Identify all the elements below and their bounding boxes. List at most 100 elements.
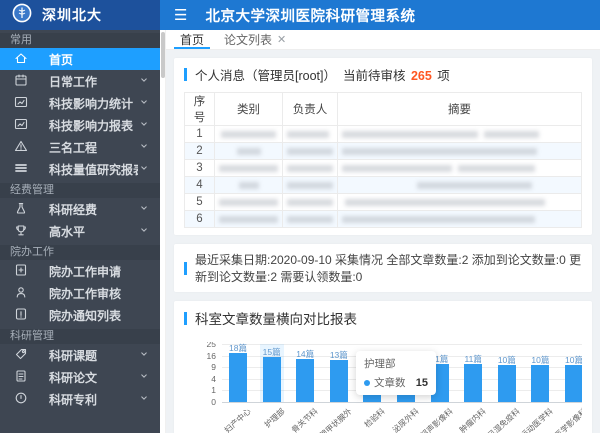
flask-icon [13, 200, 29, 219]
cell-category [215, 177, 283, 194]
table-column-header: 摘要 [338, 93, 582, 126]
chevron-down-icon [138, 202, 150, 217]
table-row[interactable]: 6 [185, 211, 582, 228]
sidebar-item[interactable]: 科技影响力报表 [0, 114, 160, 136]
chevron-down-icon [138, 74, 150, 89]
notice-icon [13, 306, 29, 325]
message-text: 个人消息（管理员[root]） 当前待审核 265 项 [195, 65, 450, 84]
bar-风湿免疫科[interactable] [498, 365, 516, 402]
cell-owner [283, 143, 338, 160]
hospital-logo-icon [12, 3, 32, 28]
warning-icon [13, 138, 29, 157]
accent-bar [184, 68, 187, 81]
sidebar-item-label: 科研论文 [49, 369, 138, 386]
cell-abstract [338, 194, 582, 211]
tab-label: 论文列表 [224, 31, 272, 48]
cell-owner [283, 177, 338, 194]
sidebar: 深圳北大 常用首页日常工作科技影响力统计科技影响力报表三名工程科技量值研究报表经… [0, 0, 160, 433]
pending-count: 265 [409, 69, 434, 83]
scrollbar-thumb[interactable] [161, 32, 165, 78]
person-icon [13, 284, 29, 303]
y-axis-tick: 4 [186, 374, 216, 384]
cell-abstract [338, 143, 582, 160]
sidebar-item[interactable]: 首页 [0, 48, 160, 70]
chevron-down-icon [138, 162, 150, 177]
x-axis-label: 妇产中心 [184, 406, 253, 433]
bar-护理部[interactable] [263, 357, 281, 402]
chevron-down-icon [138, 392, 150, 407]
table-row[interactable]: 4 [185, 177, 582, 194]
bar-运动医学科[interactable] [531, 365, 549, 402]
list-icon [13, 160, 29, 179]
sidebar-item[interactable]: 科研专利 [0, 388, 160, 410]
bar-value-label: 10篇 [554, 354, 582, 366]
sidebar-item[interactable]: 日常工作 [0, 70, 160, 92]
cell-category [215, 143, 283, 160]
bar-乳腺甲状腺外[interactable] [330, 360, 348, 402]
sidebar-item[interactable]: 院办工作申请 [0, 260, 160, 282]
y-axis-tick: 25 [186, 342, 216, 349]
cell-seq: 4 [185, 177, 215, 194]
hamburger-icon[interactable]: ☰ [174, 8, 187, 23]
department-chart-card: 科室文章数量横向对比报表 2516941018篇妇产中心15篇护理部14篇骨关节… [174, 301, 592, 433]
personal-message-card: 个人消息（管理员[root]） 当前待审核 265 项 序号类别负责人摘要 12… [174, 58, 592, 235]
cell-seq: 6 [185, 211, 215, 228]
app-window: 深圳北大 常用首页日常工作科技影响力统计科技影响力报表三名工程科技量值研究报表经… [0, 0, 600, 433]
y-axis-tick: 9 [186, 362, 216, 372]
sidebar-item-label: 院办工作申请 [49, 263, 150, 280]
calendar-icon [13, 72, 29, 91]
bar-医学影像科[interactable] [565, 365, 582, 402]
chevron-down-icon [138, 224, 150, 239]
home-icon [13, 50, 29, 69]
content-area: 个人消息（管理员[root]） 当前待审核 265 项 序号类别负责人摘要 12… [166, 50, 600, 433]
cell-seq: 1 [185, 126, 215, 143]
bar-肿瘤内科[interactable] [464, 364, 482, 402]
cell-category [215, 160, 283, 177]
tab-home[interactable]: 首页 [170, 30, 214, 49]
sidebar-item[interactable]: 高水平 [0, 220, 160, 242]
chevron-down-icon [138, 96, 150, 111]
table-row[interactable]: 3 [185, 160, 582, 177]
sidebar-item[interactable]: 三名工程 [0, 136, 160, 158]
sidebar-item[interactable]: 院办通知列表 [0, 304, 160, 326]
y-axis-tick: 0 [186, 397, 216, 407]
cell-abstract [338, 126, 582, 143]
table-column-header: 序号 [185, 93, 215, 126]
sidebar-item-label: 日常工作 [49, 73, 138, 90]
logo-text: 深圳北大 [42, 5, 102, 25]
sidebar-item-label: 科技影响力报表 [49, 117, 138, 134]
tab-paper-list[interactable]: 论文列表 ✕ [214, 30, 296, 49]
sidebar-item[interactable]: 科研课题 [0, 344, 160, 366]
sidebar-scrollbar[interactable] [160, 30, 166, 433]
chart[interactable]: 2516941018篇妇产中心15篇护理部14篇骨关节科13篇乳腺甲状腺外12篇… [184, 342, 582, 433]
sidebar-item[interactable]: 科技影响力统计 [0, 92, 160, 114]
docplus-icon [13, 262, 29, 281]
table-row[interactable]: 1 [185, 126, 582, 143]
table-row[interactable]: 5 [185, 194, 582, 211]
cell-abstract [338, 177, 582, 194]
bar-妇产中心[interactable] [229, 353, 247, 402]
table-column-header: 负责人 [283, 93, 338, 126]
sidebar-item-label: 院办通知列表 [49, 307, 150, 324]
close-icon[interactable]: ✕ [277, 33, 286, 46]
accent-bar [184, 312, 187, 325]
tooltip-series: 文章数 [374, 375, 406, 390]
personal-message-header: 个人消息（管理员[root]） 当前待审核 265 项 [184, 65, 582, 84]
sidebar-item-label: 科研专利 [49, 391, 138, 408]
accent-bar [184, 262, 187, 275]
sidebar-item[interactable]: 科研经费 [0, 198, 160, 220]
table-row[interactable]: 2 [185, 143, 582, 160]
chevron-down-icon [138, 370, 150, 385]
cell-seq: 3 [185, 160, 215, 177]
sidebar-item[interactable]: 科技量值研究报表 [0, 158, 160, 180]
sidebar-section-label: 常用 [0, 33, 160, 48]
tab-bar: 首页 论文列表 ✕ [166, 30, 600, 50]
bar-骨关节科[interactable] [296, 359, 314, 402]
message-table: 序号类别负责人摘要 123456 [184, 92, 582, 228]
tab-label: 首页 [180, 31, 204, 48]
sidebar-section-label: 经费管理 [0, 183, 160, 198]
sidebar-item[interactable]: 科研论文 [0, 366, 160, 388]
cell-owner [283, 194, 338, 211]
sidebar-item[interactable]: 院办工作审核 [0, 282, 160, 304]
cell-abstract [338, 160, 582, 177]
